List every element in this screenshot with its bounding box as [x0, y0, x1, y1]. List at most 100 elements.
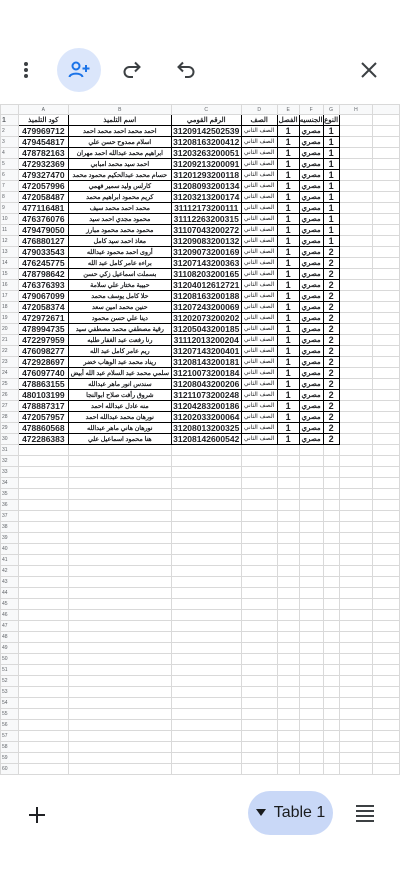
empty-cell[interactable]: [338, 444, 374, 456]
row-number[interactable]: 60: [0, 763, 19, 775]
close-icon[interactable]: [347, 48, 391, 92]
empty-cell[interactable]: [240, 642, 278, 654]
empty-cell[interactable]: [17, 543, 69, 555]
row-number[interactable]: 9: [0, 202, 19, 214]
cell-nat[interactable]: مصري: [298, 312, 324, 324]
cell-code[interactable]: 472057996: [17, 180, 69, 192]
cell-nat[interactable]: مصري: [298, 279, 324, 291]
cell-typ[interactable]: 2: [322, 334, 340, 346]
cell-typ[interactable]: 1: [322, 224, 340, 236]
empty-cell[interactable]: [170, 466, 242, 478]
cell-grade[interactable]: الصف الثاني: [240, 312, 278, 324]
cell-nid[interactable]: 31112173200111: [170, 202, 242, 214]
row-number[interactable]: 25: [0, 378, 19, 390]
cell-nat[interactable]: مصري: [298, 400, 324, 412]
cell-nat[interactable]: مصري: [298, 290, 324, 302]
column-header-a[interactable]: A: [17, 104, 69, 115]
empty-cell[interactable]: [372, 499, 400, 511]
empty-cell[interactable]: [276, 664, 300, 676]
empty-cell[interactable]: [276, 543, 300, 555]
cell-typ[interactable]: 2: [322, 367, 340, 379]
cell-code[interactable]: 472932369: [17, 158, 69, 170]
row-number[interactable]: 4: [0, 147, 19, 159]
empty-cell[interactable]: [298, 444, 324, 456]
empty-cell[interactable]: [322, 752, 340, 764]
empty-cell[interactable]: [338, 697, 374, 709]
empty-cell[interactable]: [17, 565, 69, 577]
cell-name[interactable]: ريم عامر كامل عبد الله: [67, 345, 172, 357]
empty-cell[interactable]: [338, 312, 374, 324]
empty-cell[interactable]: [338, 719, 374, 731]
empty-cell[interactable]: [298, 565, 324, 577]
empty-cell[interactable]: [322, 730, 340, 742]
empty-cell[interactable]: [240, 752, 278, 764]
empty-cell[interactable]: [298, 730, 324, 742]
cell-code[interactable]: 478994735: [17, 323, 69, 335]
cell-code[interactable]: 472972671: [17, 312, 69, 324]
empty-cell[interactable]: [372, 488, 400, 500]
empty-cell[interactable]: [67, 664, 172, 676]
empty-cell[interactable]: [17, 576, 69, 588]
empty-cell[interactable]: [338, 642, 374, 654]
row-number[interactable]: 43: [0, 576, 19, 588]
cell-code[interactable]: 476880127: [17, 235, 69, 247]
cell-nid[interactable]: 31202033200064: [170, 411, 242, 423]
cell-nid[interactable]: 31209083200132: [170, 235, 242, 247]
empty-cell[interactable]: [338, 477, 374, 489]
empty-cell[interactable]: [372, 664, 400, 676]
cell-cls[interactable]: 1: [276, 125, 300, 137]
empty-cell[interactable]: [67, 708, 172, 720]
empty-cell[interactable]: [372, 697, 400, 709]
empty-cell[interactable]: [17, 521, 69, 533]
cell-nat[interactable]: مصري: [298, 180, 324, 192]
row-number[interactable]: 28: [0, 411, 19, 423]
empty-cell[interactable]: [67, 532, 172, 544]
row-number[interactable]: 59: [0, 752, 19, 764]
empty-cell[interactable]: [338, 290, 374, 302]
empty-cell[interactable]: [240, 697, 278, 709]
cell-typ[interactable]: 2: [322, 268, 340, 280]
empty-cell[interactable]: [170, 499, 242, 511]
empty-cell[interactable]: [338, 169, 374, 181]
cell-cls[interactable]: 1: [276, 235, 300, 247]
empty-cell[interactable]: [240, 455, 278, 467]
cell-nat[interactable]: مصري: [298, 257, 324, 269]
empty-cell[interactable]: [338, 400, 374, 412]
empty-cell[interactable]: [338, 367, 374, 379]
empty-cell[interactable]: [67, 653, 172, 665]
empty-cell[interactable]: [338, 202, 374, 214]
empty-cell[interactable]: [338, 609, 374, 621]
empty-cell[interactable]: [372, 301, 400, 313]
empty-cell[interactable]: [298, 697, 324, 709]
empty-cell[interactable]: [276, 642, 300, 654]
empty-cell[interactable]: [298, 686, 324, 698]
empty-cell[interactable]: [372, 334, 400, 346]
empty-cell[interactable]: [17, 499, 69, 511]
empty-cell[interactable]: [17, 477, 69, 489]
row-number[interactable]: 41: [0, 554, 19, 566]
empty-cell[interactable]: [276, 598, 300, 610]
empty-cell[interactable]: [170, 653, 242, 665]
empty-cell[interactable]: [338, 345, 374, 357]
empty-cell[interactable]: [170, 576, 242, 588]
cell-cls[interactable]: 1: [276, 378, 300, 390]
row-number[interactable]: 26: [0, 389, 19, 401]
empty-cell[interactable]: [338, 301, 374, 313]
cell-typ[interactable]: 1: [322, 235, 340, 247]
empty-cell[interactable]: [276, 697, 300, 709]
empty-cell[interactable]: [67, 609, 172, 621]
cell-nat[interactable]: مصري: [298, 334, 324, 346]
cell-typ[interactable]: 2: [322, 246, 340, 258]
cell-nid[interactable]: 31211073200248: [170, 389, 242, 401]
cell-nat[interactable]: مصري: [298, 422, 324, 434]
cell-nat[interactable]: مصري: [298, 224, 324, 236]
cell-grade[interactable]: الصف الثاني: [240, 191, 278, 203]
empty-cell[interactable]: [170, 444, 242, 456]
cell-nat[interactable]: مصري: [298, 246, 324, 258]
cell-code[interactable]: 476098277: [17, 345, 69, 357]
cell-code[interactable]: 472058374: [17, 301, 69, 313]
empty-cell[interactable]: [338, 576, 374, 588]
cell-grade[interactable]: الصف الثاني: [240, 158, 278, 170]
empty-cell[interactable]: [322, 708, 340, 720]
empty-cell[interactable]: [338, 598, 374, 610]
